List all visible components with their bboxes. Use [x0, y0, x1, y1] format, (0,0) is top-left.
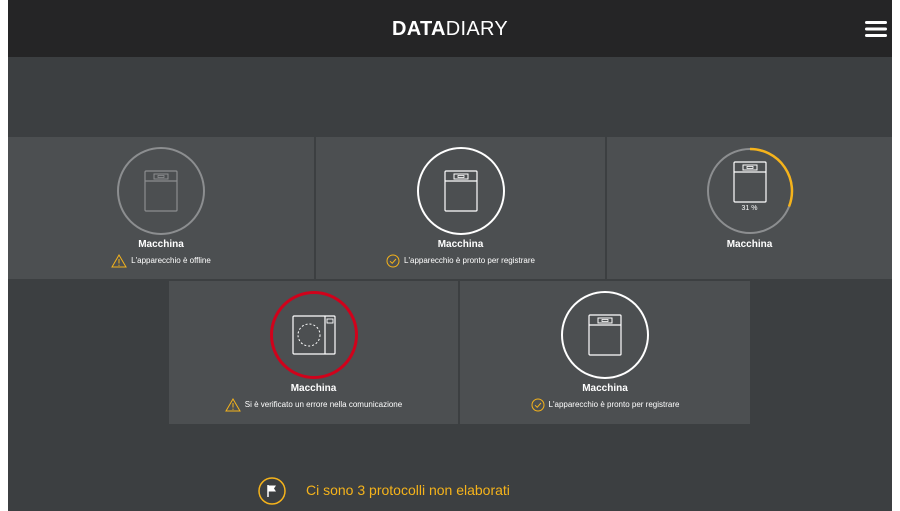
check-circle-icon	[386, 254, 400, 268]
top-bar: DATADIARY	[8, 0, 892, 57]
device-status-text: Si è verificato un errore nella comunica…	[244, 400, 403, 409]
brand-bold: DATA	[391, 18, 446, 40]
device-status: L'apparecchio è offline	[8, 254, 314, 268]
appliance-icon	[588, 314, 622, 356]
device-card-ready[interactable]: Macchina L'apparecchio è pronto per regi…	[316, 137, 605, 279]
device-title: Macchina	[437, 239, 484, 250]
device-card-offline[interactable]: Macchina L'apparecchio è offline	[8, 137, 314, 279]
check-circle-icon	[531, 398, 545, 412]
appliance-icon	[144, 170, 178, 212]
device-title: Macchina	[290, 383, 337, 394]
warning-icon	[111, 254, 128, 268]
warning-icon	[224, 398, 241, 412]
progress-percent: 31 %	[741, 205, 758, 212]
front-loader-icon	[291, 315, 336, 355]
device-card-error[interactable]: Macchina Si è verificato un errore nella…	[169, 281, 458, 424]
device-status-ring	[416, 147, 505, 235]
brand-light: DIARY	[445, 18, 509, 40]
device-status: L'apparecchio è pronto per registrare	[460, 398, 750, 412]
device-card-recording[interactable]: 31 % Macchina	[607, 137, 892, 279]
app-window: DATADIARY Macchina L'apparecchio è offli…	[8, 0, 892, 511]
device-card-ready[interactable]: Macchina L'apparecchio è pronto per regi…	[460, 281, 750, 424]
device-title: Macchina	[582, 383, 628, 394]
recording-progress-ring: 31 %	[706, 147, 794, 235]
hamburger-menu-icon[interactable]	[864, 19, 888, 39]
device-title: Macchina	[726, 239, 773, 250]
device-status: L'apparecchio è pronto per registrare	[316, 254, 605, 268]
appliance-icon	[732, 161, 767, 203]
flag-icon[interactable]	[258, 477, 286, 505]
device-status-text: L'apparecchio è pronto per registrare	[404, 256, 535, 265]
brand-logo: DATADIARY	[8, 17, 892, 41]
device-title: Macchina	[138, 239, 184, 250]
device-status-text: L'apparecchio è offline	[131, 256, 211, 265]
device-status-ring	[269, 291, 358, 379]
device-status-ring	[561, 291, 649, 379]
device-status-ring	[117, 147, 205, 235]
device-status-text: L'apparecchio è pronto per registrare	[548, 400, 680, 409]
appliance-icon	[443, 170, 478, 212]
device-status: Si è verificato un errore nella comunica…	[169, 398, 458, 412]
unprocessed-protocols-message[interactable]: Ci sono 3 protocolli non elaborati	[306, 482, 510, 498]
